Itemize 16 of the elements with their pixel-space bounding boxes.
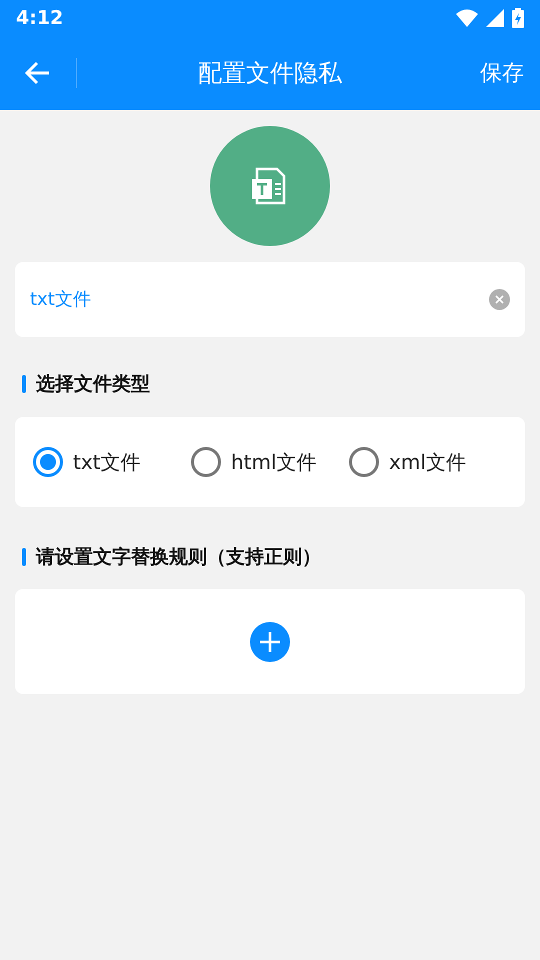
- section-heading: 选择文件类型: [36, 372, 150, 397]
- page-title: 配置文件隐私: [198, 58, 342, 89]
- close-icon: [495, 295, 504, 304]
- file-type-radio[interactable]: html文件: [191, 446, 349, 476]
- file-type-radio[interactable]: xml文件: [349, 446, 507, 476]
- file-type-radio[interactable]: txt文件: [33, 446, 191, 476]
- battery-icon: [512, 8, 524, 28]
- name-value: txt文件: [30, 288, 92, 312]
- add-button[interactable]: [250, 622, 290, 662]
- clear-button[interactable]: [489, 289, 510, 310]
- plus-icon: [260, 632, 280, 652]
- wifi-icon: [456, 9, 478, 27]
- signal-icon: [486, 9, 504, 27]
- status-time: 4:12: [16, 6, 64, 31]
- back-arrow-icon: [25, 61, 51, 85]
- section-heading: 请设置文字替换规则（支持正则）: [36, 544, 321, 570]
